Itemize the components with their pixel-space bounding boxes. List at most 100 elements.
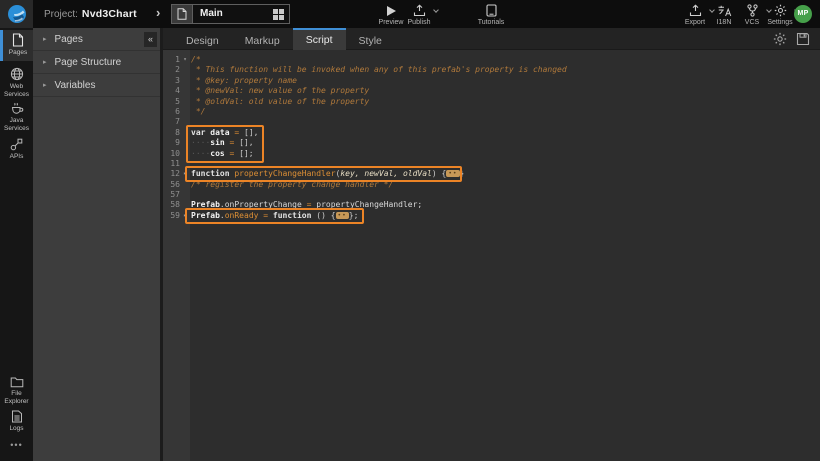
- user-avatar[interactable]: MP: [794, 5, 812, 23]
- sidebar-label: File Explorer: [0, 390, 33, 405]
- page-selector-value: Main: [193, 5, 273, 23]
- tutorials-button[interactable]: Tutorials: [471, 4, 511, 26]
- code-text: * @key: property name: [190, 76, 297, 86]
- more-options-icon[interactable]: •••: [0, 440, 33, 450]
- code-line[interactable]: 12▸function propertyChangeHandler(key, n…: [163, 169, 820, 179]
- accordion-pages[interactable]: ▸ Pages «: [33, 28, 160, 51]
- project-name: Nvd3Chart: [82, 8, 137, 20]
- code-line[interactable]: 8var data = [],: [163, 128, 820, 138]
- sidebar-item-apis[interactable]: APIs: [0, 135, 33, 161]
- fold-marker-icon[interactable]: ▾: [180, 55, 190, 65]
- tab-script[interactable]: Script: [293, 28, 346, 50]
- chevron-down-icon: [433, 7, 439, 13]
- app-window: Project:Nvd3Chart › Main Preview Publish: [0, 0, 820, 461]
- line-number: 2: [163, 65, 180, 75]
- code-line[interactable]: 6 */: [163, 107, 820, 117]
- line-number: 10: [163, 149, 180, 159]
- fold-gutter: [180, 86, 190, 96]
- collapsed-code-widget[interactable]: ••: [446, 170, 459, 177]
- code-line[interactable]: 4 * @newVal: new value of the property: [163, 86, 820, 96]
- code-line[interactable]: 5 * @oldVal: old value of the property: [163, 97, 820, 107]
- coffee-cup-icon: [10, 102, 24, 115]
- page-selector-dropdown[interactable]: Main: [171, 4, 290, 24]
- panel-resizer[interactable]: [160, 28, 163, 461]
- panel-collapse-button[interactable]: «: [144, 32, 157, 47]
- code-text: Prefab.onReady = function () {••};: [190, 211, 358, 221]
- grid-view-icon[interactable]: [273, 9, 284, 20]
- accordion-label: Pages: [55, 34, 83, 45]
- code-line[interactable]: 1▾/*: [163, 55, 820, 65]
- tutorials-label: Tutorials: [471, 19, 511, 26]
- settings-label: Settings: [760, 19, 800, 26]
- page-icon: [12, 33, 24, 47]
- line-number: 5: [163, 97, 180, 107]
- collapsed-arrow-icon: ▸: [43, 28, 47, 51]
- sidebar-label: APIs: [0, 153, 33, 161]
- sidebar-item-file-explorer[interactable]: File Explorer: [0, 373, 33, 405]
- code-text: /*: [190, 55, 201, 65]
- collapsed-arrow-icon: ▸: [43, 51, 47, 74]
- fold-marker-icon[interactable]: ▸: [180, 211, 190, 221]
- project-label: Project:: [44, 9, 78, 20]
- sidebar-item-java-services[interactable]: Java Services: [0, 99, 33, 132]
- code-line[interactable]: 11: [163, 159, 820, 169]
- script-editor[interactable]: 1▾/*2 * This function will be invoked wh…: [163, 50, 820, 461]
- code-line[interactable]: 59▸Prefab.onReady = function () {••};: [163, 211, 820, 221]
- code-line[interactable]: 10 ····cos = [];: [163, 149, 820, 159]
- pages-panel: ▸Pages « ▸Page Structure ▸Variables: [33, 28, 160, 461]
- fold-gutter: [180, 107, 190, 117]
- editor-tab-bar: Design Markup Script Style: [163, 28, 820, 50]
- line-number: 58: [163, 200, 180, 210]
- sidebar-item-web-services[interactable]: Web Services: [0, 64, 33, 98]
- line-number: 7: [163, 117, 180, 127]
- code-text: * @oldVal: old value of the property: [190, 97, 369, 107]
- line-number: 9: [163, 138, 180, 148]
- line-number: 59: [163, 211, 180, 221]
- code-text: ····cos = [];: [190, 149, 254, 159]
- code-text: var data = [],: [190, 128, 258, 138]
- fold-gutter: [180, 65, 190, 75]
- tab-markup[interactable]: Markup: [232, 28, 293, 50]
- save-button[interactable]: [796, 32, 810, 46]
- line-number: 1: [163, 55, 180, 65]
- sidebar-label: Pages: [3, 49, 33, 57]
- fold-marker-icon[interactable]: ▸: [180, 169, 190, 179]
- line-number: 56: [163, 180, 180, 190]
- code-line[interactable]: 2 * This function will be invoked when a…: [163, 65, 820, 75]
- fold-gutter: [180, 159, 190, 169]
- tab-design[interactable]: Design: [173, 28, 232, 50]
- code-text: ····sin = [],: [190, 138, 254, 148]
- gear-icon: [774, 4, 787, 17]
- git-branch-icon: [746, 4, 759, 17]
- api-connector-icon: [10, 138, 23, 151]
- code-text: Prefab.onPropertyChange = propertyChange…: [190, 200, 422, 210]
- code-line[interactable]: 56 /* register the property change handle…: [163, 180, 820, 190]
- folder-icon: [10, 376, 24, 388]
- collapsed-code-widget[interactable]: ••: [336, 212, 349, 219]
- sidebar-item-logs[interactable]: Logs: [0, 407, 33, 433]
- line-number: 4: [163, 86, 180, 96]
- script-settings-button[interactable]: [773, 32, 787, 46]
- fold-gutter: [180, 117, 190, 127]
- code-line[interactable]: 7: [163, 117, 820, 127]
- accordion-variables[interactable]: ▸Variables: [33, 74, 160, 97]
- app-logo[interactable]: [0, 0, 33, 28]
- accordion-page-structure[interactable]: ▸Page Structure: [33, 51, 160, 74]
- save-floppy-icon: [796, 32, 810, 46]
- code-line[interactable]: 57: [163, 190, 820, 200]
- accordion-label: Variables: [55, 80, 96, 91]
- line-number: 6: [163, 107, 180, 117]
- line-number: 11: [163, 159, 180, 169]
- code-line[interactable]: 3 * @key: property name: [163, 76, 820, 86]
- top-bar: Project:Nvd3Chart › Main Preview Publish: [0, 0, 820, 28]
- sidebar-item-pages[interactable]: Pages: [0, 30, 33, 61]
- code-text: /* register the property change handler …: [190, 180, 393, 190]
- publish-button[interactable]: Publish: [399, 4, 439, 26]
- code-line[interactable]: 9 ····sin = [],: [163, 138, 820, 148]
- code-line[interactable]: 58 Prefab.onPropertyChange = propertyChan…: [163, 200, 820, 210]
- sidebar-label: Java Services: [0, 117, 33, 132]
- editor-region: Design Markup Script Style 1▾/*2 * This …: [163, 28, 820, 461]
- project-title: Project: Nvd3Chart: [44, 0, 137, 28]
- tab-style[interactable]: Style: [346, 28, 395, 50]
- fold-gutter: [180, 97, 190, 107]
